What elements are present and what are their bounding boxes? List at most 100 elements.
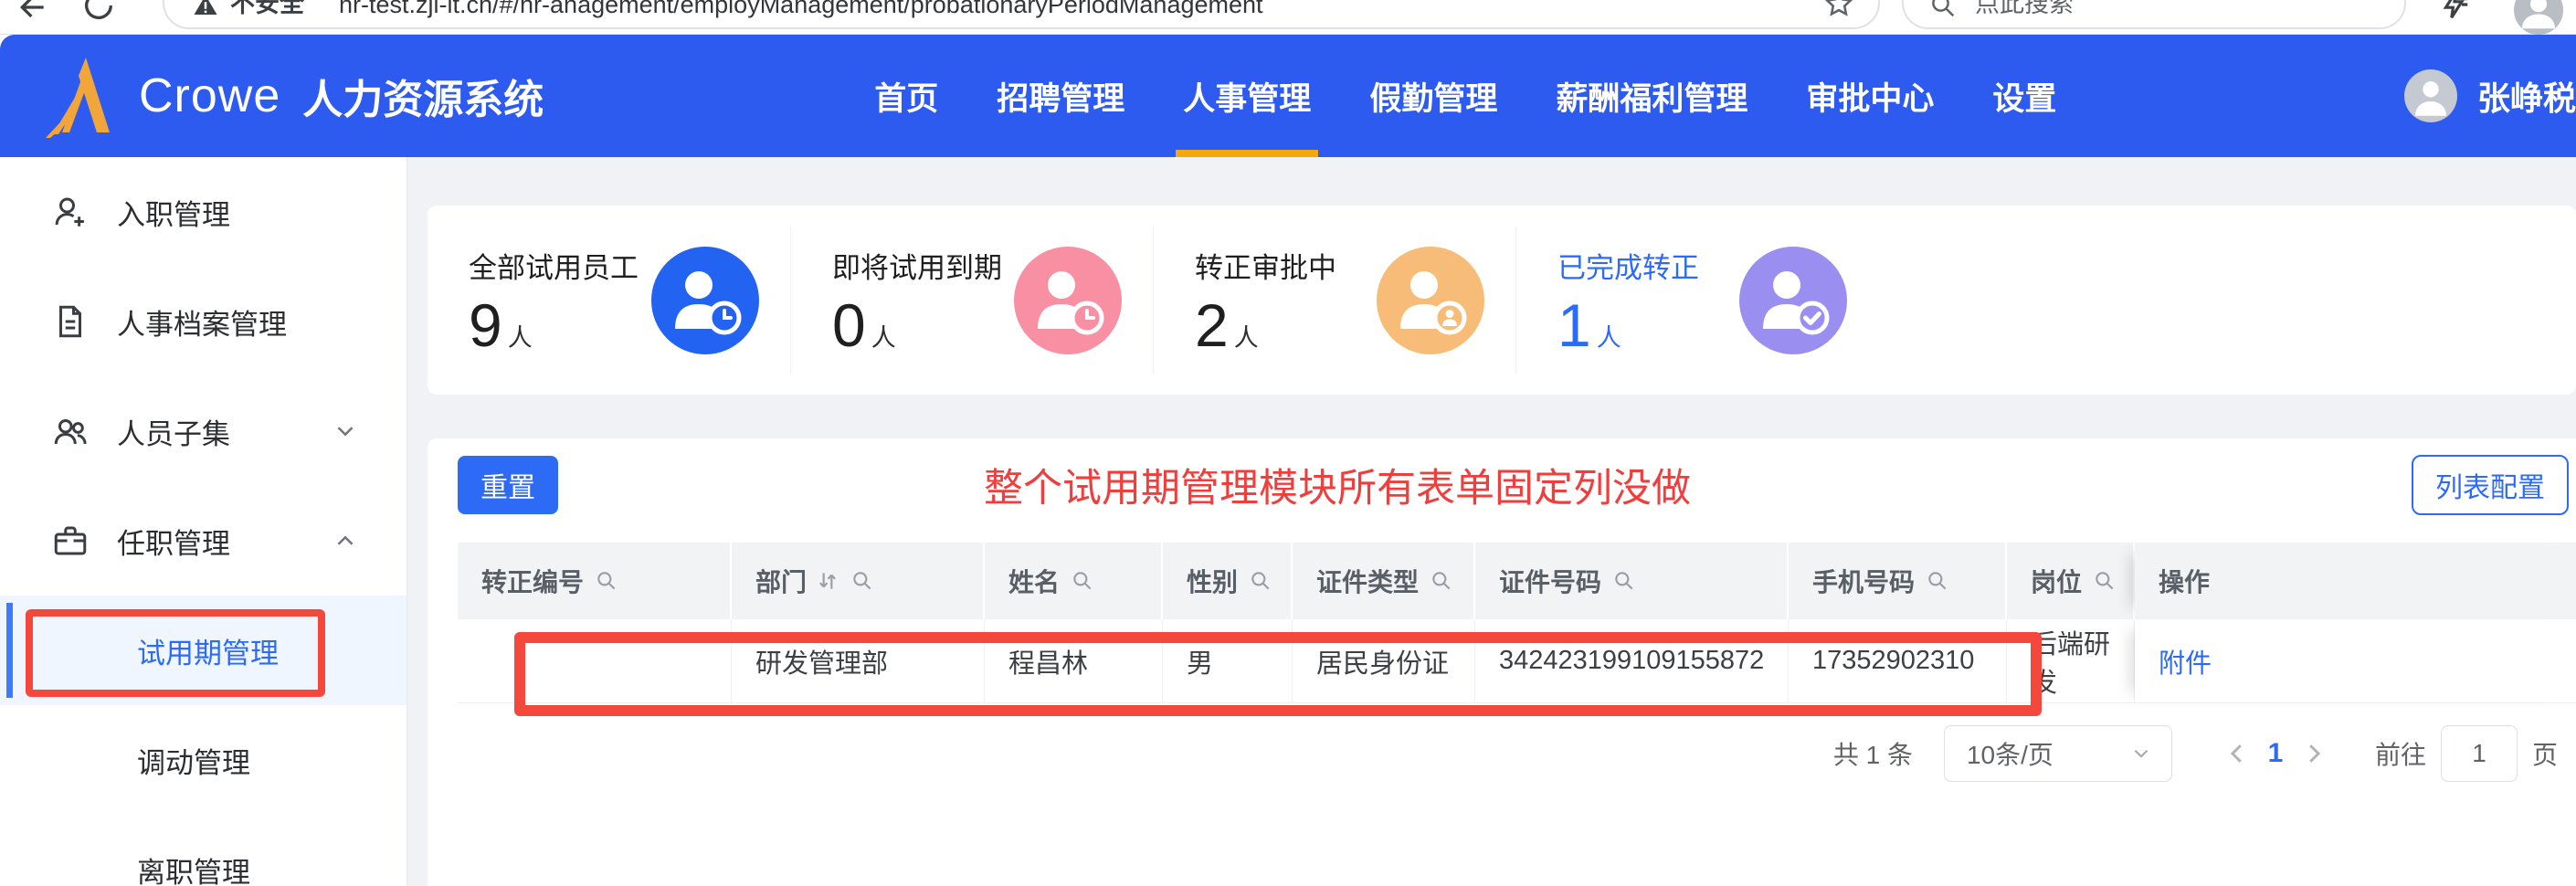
probation-table: 转正编号 部门 姓名 性别 证件类型 证件号码 手机号码 岗位 操作 研发管理部… xyxy=(458,543,2576,703)
search-placeholder: 点此搜索 xyxy=(1975,0,2074,17)
briefcase-icon xyxy=(54,526,87,555)
nav-approval-center[interactable]: 审批中心 xyxy=(1777,35,1963,157)
stat-value: 0 xyxy=(832,291,866,359)
browser-extension-icon[interactable] xyxy=(2437,0,2472,22)
browser-toolbar: 不安全 hr-test.zji-it.ch/#/hr-anagement/emp… xyxy=(0,0,2576,35)
nav-recruitment[interactable]: 招聘管理 xyxy=(967,35,1154,157)
nav-attendance[interactable]: 假勤管理 xyxy=(1340,35,1526,157)
column-header-position[interactable]: 岗位 xyxy=(2007,543,2135,619)
browser-back-icon[interactable] xyxy=(15,0,51,26)
nav-compensation[interactable]: 薪酬福利管理 xyxy=(1526,35,1777,157)
prev-page-icon[interactable] xyxy=(2223,740,2251,767)
list-config-button[interactable]: 列表配置 xyxy=(2412,455,2569,515)
page-number-current[interactable]: 1 xyxy=(2251,738,2300,769)
next-page-icon[interactable] xyxy=(2300,740,2328,767)
user-person-icon xyxy=(2415,81,2446,116)
sidebar-item-label: 人员子集 xyxy=(117,417,230,450)
browser-search-box[interactable]: 点此搜索 xyxy=(1902,0,2406,29)
stat-label: 已完成转正 xyxy=(1557,252,1699,284)
column-search-icon[interactable] xyxy=(850,569,874,593)
column-search-icon[interactable] xyxy=(1926,569,1949,593)
column-header-department[interactable]: 部门 xyxy=(732,543,985,619)
attachment-link[interactable]: 附件 xyxy=(2159,642,2212,680)
column-header-id-type[interactable]: 证件类型 xyxy=(1293,543,1475,619)
sidebar-item-onboarding[interactable]: 入职管理 xyxy=(0,157,406,267)
stats-panel: 全部试用员工 9 人 即将试用到期 0 人 转正审批中 2 人 已完成转正 1 … xyxy=(428,206,2576,395)
column-search-icon[interactable] xyxy=(1071,569,1094,593)
page-size-select[interactable]: 10条/页 xyxy=(1943,725,2172,782)
sidebar-item-employment-management[interactable]: 任职管理 xyxy=(0,486,406,596)
cell-number xyxy=(458,619,732,703)
user-check-icon xyxy=(1739,246,1847,354)
sidebar-item-label: 入职管理 xyxy=(117,198,230,231)
goto-page-input[interactable] xyxy=(2440,725,2518,782)
stat-value: 9 xyxy=(469,291,502,359)
profile-person-icon xyxy=(2522,0,2555,29)
chevron-up-icon xyxy=(337,535,354,545)
pagination: 共 1 条 10条/页 1 前往 页 xyxy=(458,725,2569,782)
search-icon xyxy=(1932,0,1955,17)
table-row: 研发管理部 程昌林 男 居民身份证 342423199109155872 173… xyxy=(458,619,2576,703)
sort-icon[interactable] xyxy=(816,569,839,593)
browser-profile-avatar[interactable] xyxy=(2514,0,2563,35)
column-search-icon[interactable] xyxy=(595,569,618,593)
stat-card-completed: 已完成转正 1 人 xyxy=(1515,227,1878,374)
column-header-number[interactable]: 转正编号 xyxy=(458,543,732,619)
nav-personnel[interactable]: 人事管理 xyxy=(1154,35,1340,157)
stat-label: 转正审批中 xyxy=(1195,252,1336,284)
toolbar: 重置 整个试用期管理模块所有表单固定列没做 列表配置 xyxy=(458,455,2569,515)
address-bar[interactable]: 不安全 hr-test.zji-it.ch/#/hr-anagement/emp… xyxy=(163,0,1880,29)
chevron-down-icon xyxy=(337,427,354,437)
cell-id-number: 342423199109155872 xyxy=(1475,619,1789,703)
not-secure-warning-icon xyxy=(194,0,217,15)
app-header: Crowe 人力资源系统 首页 招聘管理 人事管理 假勤管理 薪酬福利管理 审批… xyxy=(0,35,2576,157)
sidebar-item-probation-management[interactable]: 试用期管理 xyxy=(0,596,406,705)
cell-department: 研发管理部 xyxy=(732,619,985,703)
stat-unit: 人 xyxy=(1233,324,1259,352)
cell-phone: 17352902310 xyxy=(1789,619,2007,703)
stat-label: 即将试用到期 xyxy=(832,252,1002,284)
nav-home[interactable]: 首页 xyxy=(845,35,967,157)
nav-settings[interactable]: 设置 xyxy=(1963,35,2085,157)
stat-unit: 人 xyxy=(871,324,896,352)
url-text: hr-test.zji-it.ch/#/hr-anagement/employM… xyxy=(339,0,1263,18)
sidebar-item-transfer-management[interactable]: 调动管理 xyxy=(0,705,406,815)
cell-id-type: 居民身份证 xyxy=(1293,619,1475,703)
document-icon xyxy=(59,305,81,338)
total-count: 共 1 条 xyxy=(1832,741,1913,769)
sidebar-item-personnel-subset[interactable]: 人员子集 xyxy=(0,376,406,486)
page-unit-label: 页 xyxy=(2531,741,2558,769)
sidebar-item-label: 调动管理 xyxy=(137,746,250,779)
sidebar-item-label: 试用期管理 xyxy=(137,637,279,670)
stat-card-approval-pending: 转正审批中 2 人 xyxy=(1153,227,1515,374)
security-label: 不安全 xyxy=(230,0,304,17)
column-search-icon[interactable] xyxy=(2093,569,2117,593)
stat-card-all-probation: 全部试用员工 9 人 xyxy=(428,227,790,374)
cell-actions: 附件 xyxy=(2135,619,2576,703)
cell-gender: 男 xyxy=(1163,619,1293,703)
crowe-logo-icon xyxy=(46,58,110,138)
column-search-icon[interactable] xyxy=(1612,569,1636,593)
sidebar-item-resignation-management[interactable]: 离职管理 xyxy=(0,815,406,886)
reset-button[interactable]: 重置 xyxy=(458,456,558,514)
current-user[interactable]: 张峥税 xyxy=(2404,69,2576,122)
sidebar-item-label: 人事档案管理 xyxy=(117,308,287,341)
column-search-icon[interactable] xyxy=(1249,569,1272,593)
user-badge-icon xyxy=(1377,246,1484,354)
brand-name: Crowe xyxy=(139,69,281,122)
column-header-gender[interactable]: 性别 xyxy=(1163,543,1293,619)
cell-position: 后端研发 xyxy=(2007,619,2135,703)
user-avatar xyxy=(2404,69,2457,122)
stat-value: 1 xyxy=(1557,291,1591,359)
table-header-row: 转正编号 部门 姓名 性别 证件类型 证件号码 手机号码 岗位 操作 xyxy=(458,543,2576,619)
sidebar-item-label: 任职管理 xyxy=(117,527,230,560)
column-header-phone[interactable]: 手机号码 xyxy=(1789,543,2007,619)
sidebar: 入职管理 人事档案管理 人员子集 任职管理 试用期管理 调动管理 离职管理 xyxy=(0,157,407,886)
goto-label: 前往 xyxy=(2374,741,2426,769)
column-header-id-number[interactable]: 证件号码 xyxy=(1475,543,1789,619)
bookmark-star-icon[interactable] xyxy=(1823,0,1854,19)
column-header-name[interactable]: 姓名 xyxy=(985,543,1163,619)
browser-reload-icon[interactable] xyxy=(80,0,117,24)
column-search-icon[interactable] xyxy=(1430,569,1453,593)
sidebar-item-personnel-files[interactable]: 人事档案管理 xyxy=(0,267,406,376)
